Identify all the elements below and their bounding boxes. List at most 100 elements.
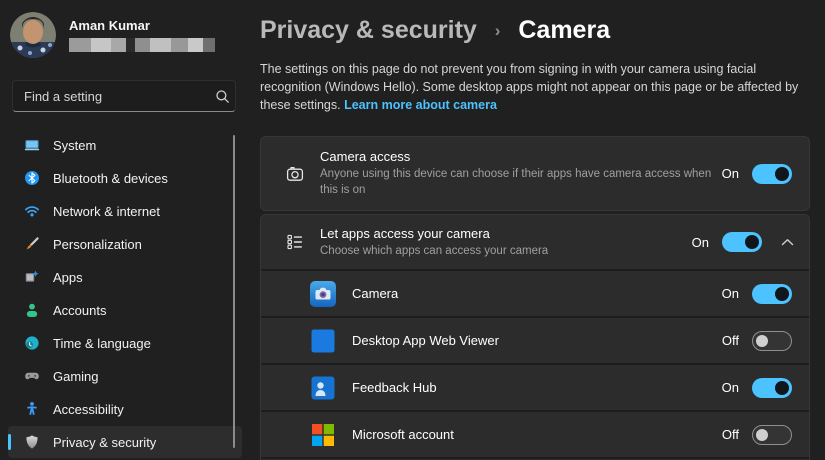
let-apps-group: Let apps access your camera Choose which… [260, 214, 810, 460]
sidebar-item-accessibility[interactable]: Accessibility [8, 393, 242, 425]
toggle-knob [756, 429, 768, 441]
setting-title: Let apps access your camera [320, 226, 548, 241]
sidebar-item-bluetooth-devices[interactable]: Bluetooth & devices [8, 162, 242, 194]
app-toggle-control: On [717, 284, 792, 304]
search-icon [209, 89, 235, 104]
sidebar-item-label: Accounts [53, 303, 106, 318]
camera-access-text: Camera access Anyone using this device c… [320, 149, 717, 198]
selection-indicator [8, 434, 11, 450]
gamepad-icon [24, 368, 40, 384]
profile-text: Aman Kumar [69, 18, 215, 52]
sidebar-item-accounts[interactable]: Accounts [8, 294, 242, 326]
system-icon [24, 137, 40, 153]
app-toggle-control: Off [717, 331, 792, 351]
chevron-up-icon[interactable] [779, 238, 795, 246]
sidebar-item-label: Accessibility [53, 402, 124, 417]
let-apps-toggle[interactable] [722, 232, 762, 252]
sidebar-item-time-language[interactable]: Time & language [8, 327, 242, 359]
sidebar-item-label: Network & internet [53, 204, 160, 219]
app-row-feedback-hub: Feedback Hub On [261, 363, 809, 410]
sidebar-item-label: Apps [53, 270, 83, 285]
settings-window: { "sidebar": { "user": { "name": "Aman K… [0, 0, 825, 460]
sidebar-item-label: Privacy & security [53, 435, 156, 450]
settings-cards: Camera access Anyone using this device c… [260, 136, 810, 460]
camera-access-control: On [717, 164, 792, 184]
let-apps-setting[interactable]: Let apps access your camera Choose which… [261, 215, 809, 269]
app-list-icon [285, 232, 305, 252]
sidebar-item-label: System [53, 138, 96, 153]
sidebar-item-gaming[interactable]: Gaming [8, 360, 242, 392]
page-title: Camera [518, 16, 610, 44]
shield-icon [24, 434, 40, 450]
sidebar-item-label: Time & language [53, 336, 151, 351]
let-apps-text: Let apps access your camera Choose which… [320, 226, 548, 260]
desktop-app-web-viewer-toggle[interactable] [752, 331, 792, 351]
camera-outline-icon [285, 164, 305, 184]
avatar [10, 12, 56, 58]
desktop-app-web-viewer-icon [310, 328, 336, 354]
feedback-hub-toggle[interactable] [752, 378, 792, 398]
search-box[interactable] [12, 80, 236, 112]
toggle-state-label: On [717, 166, 739, 181]
app-name: Feedback Hub [352, 380, 437, 395]
search-input[interactable] [13, 89, 209, 104]
sidebar-item-label: Gaming [53, 369, 99, 384]
toggle-knob [745, 235, 759, 249]
clock-globe-icon [24, 335, 40, 351]
sidebar-item-personalization[interactable]: Personalization [8, 228, 242, 260]
sidebar-item-network-internet[interactable]: Network & internet [8, 195, 242, 227]
toggle-knob [775, 167, 789, 181]
sidebar: Aman Kumar System Bluetooth & devices [0, 0, 250, 460]
sidebar-item-apps[interactable]: Apps [8, 261, 242, 293]
bluetooth-icon [24, 170, 40, 186]
avatar-image [10, 12, 56, 58]
sidebar-item-label: Bluetooth & devices [53, 171, 168, 186]
main-content: Privacy & security › Camera The settings… [250, 0, 825, 460]
toggle-knob [775, 381, 789, 395]
app-name: Camera [352, 286, 398, 301]
setting-title: Camera access [320, 149, 717, 164]
user-name: Aman Kumar [69, 18, 215, 33]
breadcrumb-separator-icon: › [495, 21, 501, 40]
breadcrumb-parent[interactable]: Privacy & security [260, 16, 477, 44]
description-text: The settings on this page do not prevent… [260, 62, 798, 112]
toggle-state-label: Off [717, 427, 739, 442]
camera-access-setting: Camera access Anyone using this device c… [260, 136, 810, 211]
camera-app-toggle[interactable] [752, 284, 792, 304]
breadcrumb: Privacy & security › Camera [260, 14, 810, 47]
paintbrush-icon [24, 236, 40, 252]
accessibility-person-icon [24, 401, 40, 417]
page-description: The settings on this page do not prevent… [260, 60, 805, 114]
app-toggle-control: On [717, 378, 792, 398]
microsoft-account-toggle[interactable] [752, 425, 792, 445]
toggle-state-label: Off [717, 333, 739, 348]
toggle-knob [756, 335, 768, 347]
toggle-knob [775, 287, 789, 301]
sidebar-item-privacy-security[interactable]: Privacy & security [8, 426, 242, 458]
camera-app-icon [310, 281, 336, 307]
toggle-state-label: On [687, 235, 709, 250]
feedback-hub-icon [310, 375, 336, 401]
let-apps-control: On [687, 232, 795, 252]
sidebar-item-system[interactable]: System [8, 129, 242, 161]
app-toggle-control: Off [717, 425, 792, 445]
setting-subtitle: Anyone using this device can choose if t… [320, 167, 717, 198]
app-row-microsoft-account: Microsoft account Off [261, 410, 809, 457]
wifi-icon [24, 203, 40, 219]
person-icon [24, 302, 40, 318]
toggle-state-label: On [717, 286, 739, 301]
app-name: Microsoft account [352, 427, 454, 442]
app-row-camera: Camera On [261, 269, 809, 316]
apps-icon [24, 269, 40, 285]
user-profile[interactable]: Aman Kumar [0, 10, 250, 58]
app-row-desktop-app-web-viewer: Desktop App Web Viewer Off [261, 316, 809, 363]
camera-access-toggle[interactable] [752, 164, 792, 184]
learn-more-link[interactable]: Learn more about camera [344, 98, 497, 112]
setting-subtitle: Choose which apps can access your camera [320, 244, 548, 260]
sidebar-nav: System Bluetooth & devices Network & int… [0, 129, 250, 458]
sidebar-scrollbar[interactable] [233, 135, 235, 448]
microsoft-logo-icon [310, 422, 336, 448]
app-name: Desktop App Web Viewer [352, 333, 499, 348]
sidebar-item-label: Personalization [53, 237, 142, 252]
redacted-email [69, 38, 215, 52]
